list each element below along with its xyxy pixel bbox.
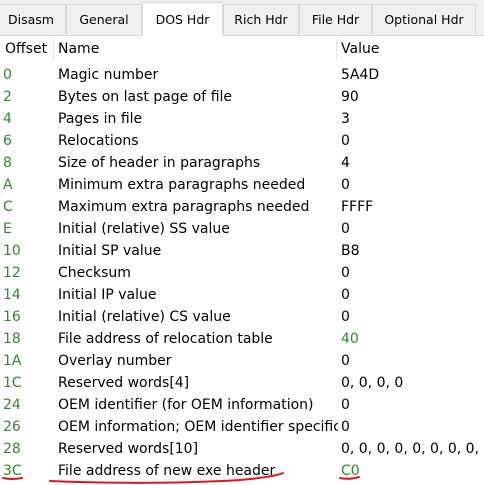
- table-row[interactable]: E Initial (relative) SS value 0: [0, 218, 484, 240]
- row-offset: 6: [3, 133, 12, 149]
- tab-bar: Disasm General DOS Hdr Rich Hdr File Hdr…: [0, 0, 484, 36]
- row-name: Initial SP value: [58, 243, 162, 259]
- table-row[interactable]: 12 Checksum 0: [0, 262, 484, 284]
- row-offset: C: [3, 199, 13, 215]
- tab-file-hdr[interactable]: File Hdr: [299, 4, 372, 34]
- tab-optional-hdr[interactable]: Optional Hdr: [372, 4, 476, 34]
- row-value: 0, 0, 0, 0, 0, 0, 0, 0, 0, 0: [341, 441, 484, 457]
- row-name: Initial (relative) SS value: [58, 221, 230, 237]
- row-name: Initial (relative) CS value: [58, 309, 231, 325]
- table-row[interactable]: 14 Initial IP value 0: [0, 284, 484, 306]
- row-name: Initial IP value: [58, 287, 157, 303]
- tab-general[interactable]: General: [66, 4, 142, 34]
- row-value: 3: [341, 111, 350, 127]
- row-name: OEM identifier (for OEM information): [58, 397, 314, 413]
- column-divider[interactable]: [53, 38, 54, 60]
- table-row[interactable]: 24 OEM identifier (for OEM information) …: [0, 394, 484, 416]
- row-name: Reserved words[4]: [58, 375, 190, 391]
- table-row[interactable]: 8 Size of header in paragraphs 4: [0, 152, 484, 174]
- row-value: 0: [341, 309, 350, 325]
- row-offset: 1A: [3, 353, 22, 369]
- table-row[interactable]: 1A Overlay number 0: [0, 350, 484, 372]
- row-value: FFFF: [341, 199, 374, 215]
- row-name: Checksum: [58, 265, 131, 281]
- table-row[interactable]: 1C Reserved words[4] 0, 0, 0, 0: [0, 372, 484, 394]
- row-value: 5A4D: [341, 67, 380, 83]
- column-header-name[interactable]: Name: [58, 36, 99, 62]
- row-offset: 2: [3, 89, 12, 105]
- table-row[interactable]: 0 Magic number 5A4D: [0, 64, 484, 86]
- row-value: 0: [341, 419, 350, 435]
- row-value: 0: [341, 397, 350, 413]
- row-value: C0: [341, 463, 360, 479]
- row-offset: 16: [3, 309, 21, 325]
- tab-dos-hdr[interactable]: DOS Hdr: [142, 2, 223, 36]
- table-row[interactable]: 3C File address of new exe header C0: [0, 460, 484, 482]
- row-offset: 3C: [3, 463, 22, 479]
- row-offset: 1C: [3, 375, 22, 391]
- row-value: 0: [341, 177, 350, 193]
- table-row[interactable]: 26 OEM information; OEM identifier speci…: [0, 416, 484, 438]
- row-name: File address of relocation table: [58, 331, 273, 347]
- row-value: 0: [341, 287, 350, 303]
- row-offset: 10: [3, 243, 21, 259]
- row-name: Minimum extra paragraphs needed: [58, 177, 306, 193]
- table-row[interactable]: 16 Initial (relative) CS value 0: [0, 306, 484, 328]
- row-name: File address of new exe header: [58, 463, 276, 479]
- column-header-offset[interactable]: Offset: [5, 36, 47, 62]
- row-offset: 14: [3, 287, 21, 303]
- table-header: Offset Name Value: [0, 36, 484, 62]
- row-name: Overlay number: [58, 353, 172, 369]
- row-name: Maximum extra paragraphs needed: [58, 199, 310, 215]
- row-name: Size of header in paragraphs: [58, 155, 261, 171]
- row-offset: 4: [3, 111, 12, 127]
- row-offset: 8: [3, 155, 12, 171]
- row-value: 0: [341, 221, 350, 237]
- column-header-value[interactable]: Value: [341, 36, 379, 62]
- row-name: Bytes on last page of file: [58, 89, 233, 105]
- table-row[interactable]: 28 Reserved words[10] 0, 0, 0, 0, 0, 0, …: [0, 438, 484, 460]
- row-offset: 24: [3, 397, 21, 413]
- table-row[interactable]: C Maximum extra paragraphs needed FFFF: [0, 196, 484, 218]
- table-row[interactable]: 4 Pages in file 3: [0, 108, 484, 130]
- row-name: Pages in file: [58, 111, 143, 127]
- table-row[interactable]: 18 File address of relocation table 40: [0, 328, 484, 350]
- row-name: Magic number: [58, 67, 159, 83]
- row-offset: E: [3, 221, 12, 237]
- row-value: 4: [341, 155, 350, 171]
- row-offset: 12: [3, 265, 21, 281]
- row-offset: 0: [3, 67, 12, 83]
- row-value: 0, 0, 0, 0: [341, 375, 404, 391]
- row-name: Relocations: [58, 133, 139, 149]
- table-row[interactable]: 10 Initial SP value B8: [0, 240, 484, 262]
- row-offset: 26: [3, 419, 21, 435]
- row-offset: 28: [3, 441, 21, 457]
- column-divider[interactable]: [336, 38, 337, 60]
- table-row[interactable]: A Minimum extra paragraphs needed 0: [0, 174, 484, 196]
- row-offset: A: [3, 177, 13, 193]
- row-value: 40: [341, 331, 359, 347]
- row-value: B8: [341, 243, 360, 259]
- row-value: 90: [341, 89, 359, 105]
- table-row[interactable]: 2 Bytes on last page of file 90: [0, 86, 484, 108]
- row-value: 0: [341, 265, 350, 281]
- row-value: 0: [341, 353, 350, 369]
- row-name: Reserved words[10]: [58, 441, 199, 457]
- row-name: OEM information; OEM identifier specific: [58, 419, 338, 435]
- tab-rich-hdr[interactable]: Rich Hdr: [223, 4, 299, 34]
- tab-disasm[interactable]: Disasm: [0, 4, 66, 34]
- row-value: 0: [341, 133, 350, 149]
- table-row[interactable]: 6 Relocations 0: [0, 130, 484, 152]
- row-offset: 18: [3, 331, 21, 347]
